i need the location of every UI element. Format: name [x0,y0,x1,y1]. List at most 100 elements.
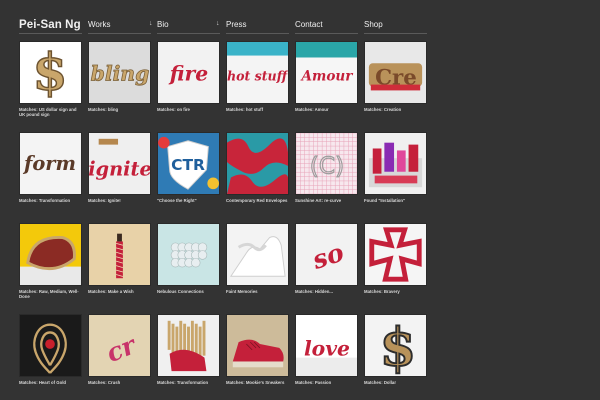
divider [226,33,289,34]
gallery-caption[interactable]: Faint Memories [226,289,289,294]
gallery-item[interactable]: Matches: Make a Wish [88,223,151,314]
gallery-item[interactable]: Nebulous Connections [157,223,220,314]
gallery-thumbnail[interactable] [364,223,427,286]
gallery-thumbnail[interactable]: $ [364,314,427,377]
gallery-caption[interactable]: Nebulous Connections [157,289,220,294]
steak-icon [20,224,81,285]
gallery-thumbnail[interactable]: fire [157,41,220,104]
gallery-thumbnail[interactable]: so [295,223,358,286]
nav-shop[interactable]: Shop [364,20,383,34]
gallery-item[interactable]: Matches: Transformation [157,314,220,400]
gallery-caption[interactable]: Matches: hot stuff [226,107,289,112]
nav-contact[interactable]: Contact [295,20,323,34]
gallery-item[interactable]: so Matches: Hidden... [295,223,358,314]
gallery-thumbnail[interactable]: hot stuff [226,41,289,104]
maltese-cross-icon [365,224,426,285]
red-envelope-pattern-icon [227,133,288,194]
gallery-item[interactable]: (C) Sunshine Art: re-curve [295,132,358,223]
nav-works[interactable]: Works ↓ [88,20,153,34]
gallery-item[interactable]: $ Matches: US dollar sign and UK pound si… [19,41,82,132]
gallery-thumbnail[interactable] [19,223,82,286]
gallery-caption[interactable]: Matches: Crush [88,380,151,385]
gallery-caption[interactable]: Matches: Hidden... [295,289,358,294]
svg-text:form: form [22,152,76,175]
gallery-item[interactable]: Matches: Mookie's Sneakers [226,314,289,400]
gallery-caption[interactable]: Matches: Dollar [364,380,427,385]
gallery-thumbnail[interactable] [364,132,427,195]
gallery-caption[interactable]: Contemporary Red Envelopes [226,198,289,203]
curve-drawing-icon: (C) [296,133,357,194]
gallery-caption[interactable]: Matches: Creation [364,107,427,112]
gallery-item[interactable]: Contemporary Red Envelopes [226,132,289,223]
dollar-sign-3d-icon: $ [365,315,426,376]
gallery-item[interactable]: Cre Matches: Creation [364,41,427,132]
gallery-item[interactable]: fire Matches: on fire [157,41,220,132]
gallery-thumbnail[interactable]: (C) [295,132,358,195]
gallery-thumbnail[interactable]: Cre [364,41,427,104]
gallery-thumbnail[interactable]: ignite [88,132,151,195]
gallery-thumbnail[interactable] [157,223,220,286]
gallery-caption[interactable]: Matches: US dollar sign and UK pound sig… [19,107,82,117]
gallery-caption[interactable]: Matches: on fire [157,107,220,112]
gallery-thumbnail[interactable]: bling [88,41,151,104]
svg-text:$: $ [380,317,416,376]
gallery-thumbnail[interactable]: CTR [157,132,220,195]
gallery-thumbnail[interactable] [226,314,289,377]
gallery-item[interactable]: ignite Matches: Ignite! [88,132,151,223]
gallery-caption[interactable]: Matches: Amour [295,107,358,112]
svg-text:(C): (C) [310,153,344,180]
gallery-caption[interactable]: Matches: Raw, Medium, Well-Done [19,289,82,299]
nav-bio[interactable]: Bio ↓ [157,20,220,34]
gallery-item[interactable]: cr Matches: Crush [88,314,151,400]
gallery-item[interactable]: form Matches: Transformation [19,132,82,223]
gallery-item[interactable]: Found "Installation" [364,132,427,223]
chevron-down-icon: ↓ [149,20,153,27]
dollar-sign-icon: $ [20,42,81,103]
gallery-item[interactable]: Matches: Heart of Gold [19,314,82,400]
nav-press[interactable]: Press [226,20,246,34]
gallery-thumbnail[interactable]: $ [19,41,82,104]
nav-works-label: Works [88,20,111,29]
glass-cluster-icon [158,224,219,285]
gallery-item[interactable]: hot stuff Matches: hot stuff [226,41,289,132]
gallery-item[interactable]: Matches: Bravery [364,223,427,314]
gallery-item[interactable]: love Matches: Passion [295,314,358,400]
creation-sculpture-icon: Cre [365,42,426,103]
ignite-word-icon: ignite [89,133,150,194]
svg-text:hot stuff: hot stuff [227,69,288,84]
gallery-caption[interactable]: Found "Installation" [364,198,427,203]
transformation-sculpture-icon [158,315,219,376]
gallery-caption[interactable]: Matches: Ignite! [88,198,151,203]
gallery-caption[interactable]: Matches: Heart of Gold [19,380,82,385]
gallery-caption[interactable]: Matches: Transformation [157,380,220,385]
gallery-caption[interactable]: Matches: Bravery [364,289,427,294]
gallery-item[interactable]: Matches: Raw, Medium, Well-Done [19,223,82,314]
gallery-thumbnail[interactable]: love [295,314,358,377]
gallery-caption[interactable]: Matches: Make a Wish [88,289,151,294]
gallery-thumbnail[interactable] [157,314,220,377]
hidden-word-icon: so [296,224,357,285]
gallery-caption[interactable]: Matches: Mookie's Sneakers [226,380,289,385]
gallery-thumbnail[interactable] [19,314,82,377]
gallery-thumbnail[interactable] [88,223,151,286]
gallery-item[interactable]: Faint Memories [226,223,289,314]
gallery-caption[interactable]: "Choose the Right" [157,198,220,203]
svg-text:love: love [304,337,350,361]
gallery-item[interactable]: bling Matches: bling [88,41,151,132]
gallery-thumbnail[interactable]: form [19,132,82,195]
svg-text:$: $ [33,42,68,101]
divider [157,33,220,34]
gallery-caption[interactable]: Matches: Passion [295,380,358,385]
gallery-thumbnail[interactable]: Amour [295,41,358,104]
gallery-thumbnail[interactable] [226,223,289,286]
gallery-item[interactable]: $ Matches: Dollar [364,314,427,400]
bling-word-icon: bling [89,42,150,103]
gallery-caption[interactable]: Sunshine Art: re-curve [295,198,358,203]
gallery-thumbnail[interactable]: cr [88,314,151,377]
gallery-caption[interactable]: Matches: bling [88,107,151,112]
gallery-caption[interactable]: Matches: Transformation [19,198,82,203]
amour-word-icon: Amour [296,42,357,103]
gallery-thumbnail[interactable] [226,132,289,195]
gallery-item[interactable]: CTR "Choose the Right" [157,132,220,223]
gallery-item[interactable]: Amour Matches: Amour [295,41,358,132]
